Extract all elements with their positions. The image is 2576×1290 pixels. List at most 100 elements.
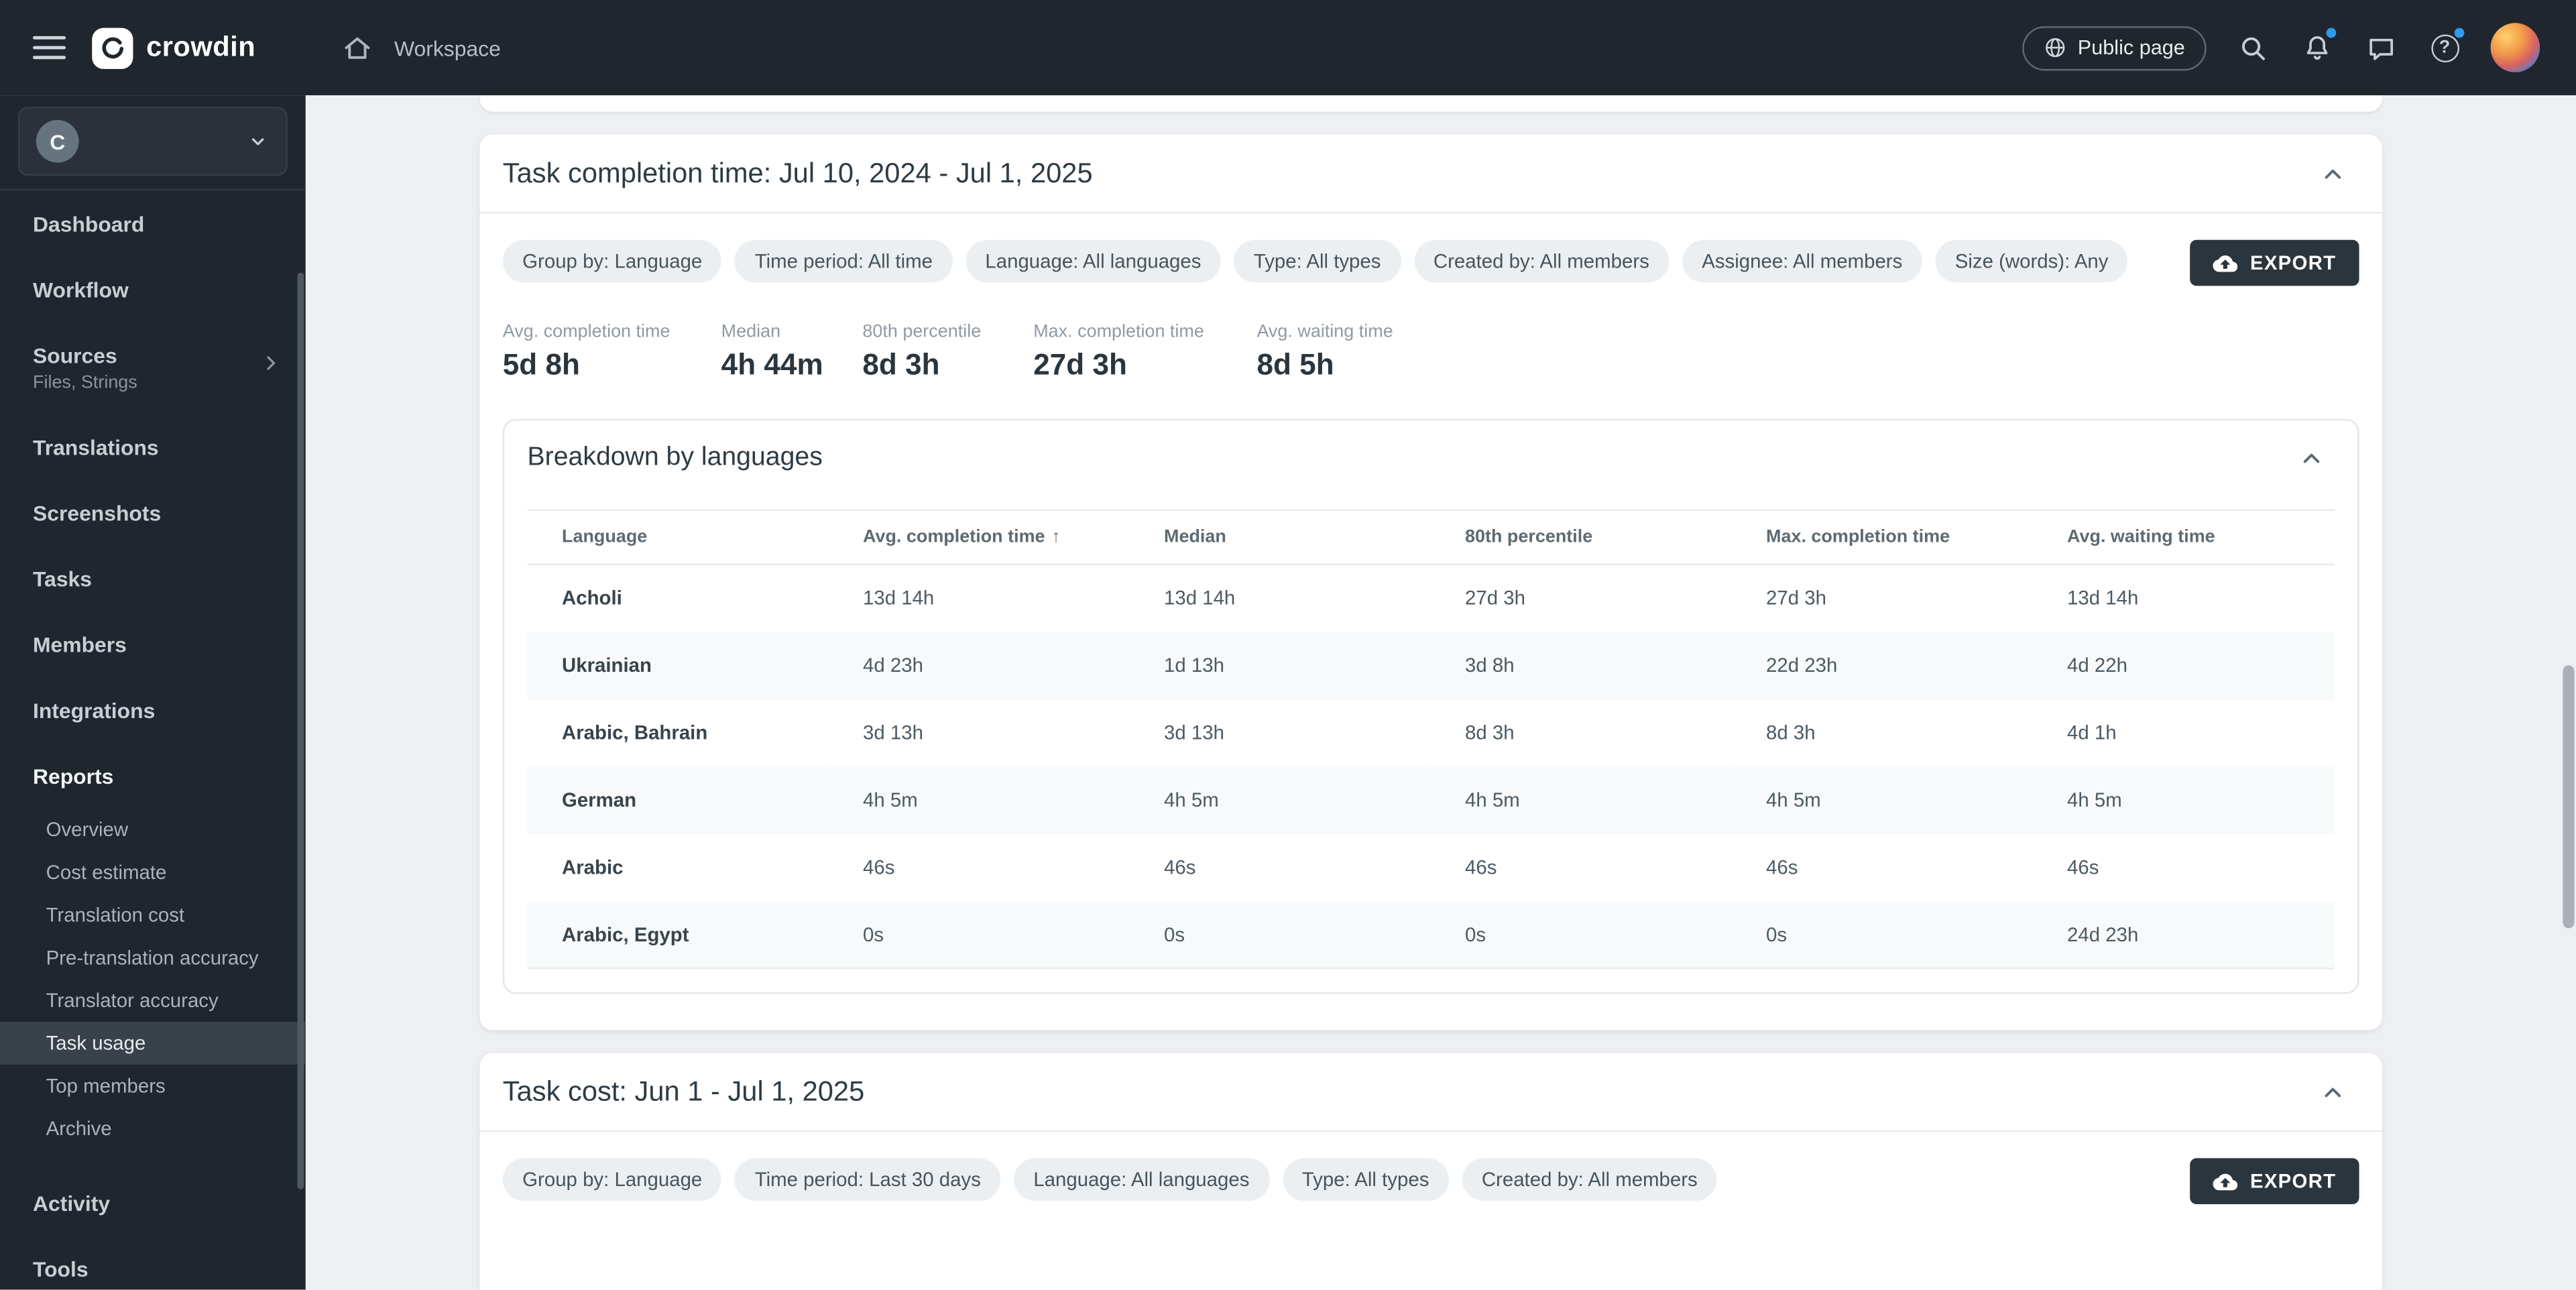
chevron-up-icon [2320, 160, 2346, 186]
sidebar-subitem-pre-translation-accuracy[interactable]: Pre-translation accuracy [0, 937, 306, 980]
column-median[interactable]: Median [1130, 510, 1431, 565]
task-cost-title: Task cost: Jun 1 - Jul 1, 2025 [503, 1075, 864, 1108]
table-header-row: Language Avg. completion time↑ Median 80… [528, 510, 2335, 565]
sidebar-item-translations[interactable]: Translations [0, 414, 306, 479]
chevron-up-icon [2298, 445, 2325, 471]
search-icon[interactable] [2234, 30, 2270, 66]
breakdown-title: Breakdown by languages [528, 444, 823, 473]
filter-group-by[interactable]: Group by: Language [503, 240, 722, 283]
sidebar-item-integrations[interactable]: Integrations [0, 677, 306, 743]
column-avg-waiting-time[interactable]: Avg. waiting time [2033, 510, 2335, 565]
sidebar-item-members[interactable]: Members [0, 611, 306, 677]
sidebar-item-sources-subtitle: Files, Strings [33, 373, 137, 392]
filter-created-by[interactable]: Created by: All members [1462, 1158, 1717, 1201]
task-completion-stats: Avg. completion time 5d 8h Median 4h 44m… [503, 322, 2359, 383]
sidebar-subitem-task-usage[interactable]: Task usage [0, 1022, 306, 1065]
chevron-right-icon [259, 351, 282, 374]
sidebar-subitem-archive[interactable]: Archive [0, 1107, 306, 1150]
sidebar-subitem-overview[interactable]: Overview [0, 809, 306, 852]
help-badge [2453, 26, 2466, 40]
filter-created-by[interactable]: Created by: All members [1413, 240, 1669, 283]
stat-median: Median 4h 44m [721, 322, 863, 383]
collapse-task-completion-button[interactable] [2310, 150, 2356, 196]
sidebar-item-tools[interactable]: Tools [0, 1236, 306, 1290]
sidebar-item-sources[interactable]: Sources Files, Strings [0, 322, 306, 414]
main-content: Task completion time: Jul 10, 2024 - Jul… [306, 95, 2576, 1289]
sidebar-item-tasks[interactable]: Tasks [0, 545, 306, 611]
table-row: Acholi 13d 14h 13d 14h 27d 3h 27d 3h 13d… [528, 565, 2335, 632]
filter-size-words[interactable]: Size (words): Any [1935, 240, 2128, 283]
sidebar-subitem-top-members[interactable]: Top members [0, 1065, 306, 1108]
hamburger-menu-icon[interactable] [33, 36, 66, 59]
column-max-completion-time[interactable]: Max. completion time [1732, 510, 2033, 565]
filter-language[interactable]: Language: All languages [965, 240, 1221, 283]
task-completion-filters: Group by: Language Time period: All time… [503, 240, 2190, 283]
chevron-down-icon [247, 130, 270, 153]
sidebar-item-reports[interactable]: Reports [0, 743, 306, 809]
sidebar-subitem-translation-cost[interactable]: Translation cost [0, 894, 306, 937]
column-80th-percentile[interactable]: 80th percentile [1431, 510, 1732, 565]
home-icon[interactable] [339, 30, 375, 66]
stat-avg-completion-time: Avg. completion time 5d 8h [503, 322, 721, 383]
workspace-avatar: C [36, 120, 79, 163]
sidebar-item-screenshots[interactable]: Screenshots [0, 479, 306, 545]
export-button[interactable]: EXPORT [2189, 1158, 2359, 1204]
collapse-breakdown-button[interactable] [2288, 435, 2335, 481]
public-page-label: Public page [2078, 36, 2185, 59]
cloud-upload-icon [2213, 252, 2237, 274]
topbar-actions: Public page ? [2022, 23, 2576, 72]
filter-time-period[interactable]: Time period: Last 30 days [735, 1158, 1000, 1201]
filter-assignee[interactable]: Assignee: All members [1682, 240, 1922, 283]
crowdin-logo-icon [92, 27, 133, 68]
export-button[interactable]: EXPORT [2189, 240, 2359, 286]
workspace-selector[interactable]: C [18, 107, 288, 176]
help-icon[interactable]: ? [2426, 30, 2463, 66]
sidebar-item-workflow[interactable]: Workflow [0, 256, 306, 322]
notifications-badge [2325, 26, 2338, 40]
sidebar-nav: Dashboard Workflow Sources Files, String… [0, 190, 306, 1289]
sidebar-scrollbar[interactable] [297, 273, 304, 1189]
filter-time-period[interactable]: Time period: All time [735, 240, 952, 283]
filter-type[interactable]: Type: All types [1234, 240, 1400, 283]
public-page-button[interactable]: Public page [2022, 25, 2206, 70]
sidebar-subitem-cost-estimate[interactable]: Cost estimate [0, 851, 306, 894]
previous-card-edge [479, 95, 2382, 112]
filter-language[interactable]: Language: All languages [1014, 1158, 1269, 1201]
page-scrollbar[interactable] [2563, 665, 2574, 928]
topbar-brand-area: crowdin [0, 27, 306, 68]
sidebar-item-dashboard[interactable]: Dashboard [0, 190, 306, 256]
stat-avg-waiting-time: Avg. waiting time 8d 5h [1256, 322, 1393, 383]
globe-icon [2043, 36, 2066, 59]
sidebar-item-activity[interactable]: Activity [0, 1170, 306, 1236]
filter-group-by[interactable]: Group by: Language [503, 1158, 722, 1201]
breadcrumb: Workspace [339, 30, 501, 66]
column-avg-completion-time[interactable]: Avg. completion time↑ [829, 510, 1130, 565]
stat-max-completion-time: Max. completion time 27d 3h [1033, 322, 1256, 383]
sidebar: C Dashboard Workflow Sources Files, Stri… [0, 95, 306, 1289]
stat-80th-percentile: 80th percentile 8d 3h [862, 322, 1033, 383]
table-row: Ukrainian 4d 23h 1d 13h 3d 8h 22d 23h 4d… [528, 632, 2335, 699]
messages-icon[interactable] [2362, 30, 2398, 66]
task-completion-card: Task completion time: Jul 10, 2024 - Jul… [479, 135, 2382, 1030]
notifications-bell-icon[interactable] [2298, 30, 2335, 66]
app-window: crowdin Workspace Public page [0, 0, 2576, 1289]
task-completion-title: Task completion time: Jul 10, 2024 - Jul… [503, 157, 1093, 190]
crowdin-logo[interactable]: crowdin [92, 27, 255, 68]
table-row: German 4h 5m 4h 5m 4h 5m 4h 5m 4h 5m [528, 766, 2335, 833]
task-cost-filters: Group by: Language Time period: Last 30 … [503, 1158, 2190, 1201]
table-row: Arabic, Egypt 0s 0s 0s 0s 24d 23h [528, 901, 2335, 968]
sort-ascending-icon: ↑ [1051, 528, 1060, 547]
table-row: Arabic, Bahrain 3d 13h 3d 13h 8d 3h 8d 3… [528, 699, 2335, 766]
breakdown-by-languages-card: Breakdown by languages Language [503, 419, 2359, 994]
breadcrumb-workspace[interactable]: Workspace [394, 36, 501, 60]
chevron-up-icon [2320, 1079, 2346, 1105]
task-cost-card: Task cost: Jun 1 - Jul 1, 2025 Group by:… [479, 1053, 2382, 1290]
table-row: Arabic 46s 46s 46s 46s 46s [528, 834, 2335, 901]
sidebar-subitem-translator-accuracy[interactable]: Translator accuracy [0, 979, 306, 1022]
user-avatar[interactable] [2491, 23, 2540, 72]
breakdown-table: Language Avg. completion time↑ Median 80… [528, 510, 2335, 970]
filter-type[interactable]: Type: All types [1282, 1158, 1448, 1201]
crowdin-logo-text: crowdin [146, 32, 255, 64]
column-language[interactable]: Language [528, 510, 829, 565]
collapse-task-cost-button[interactable] [2310, 1069, 2356, 1115]
